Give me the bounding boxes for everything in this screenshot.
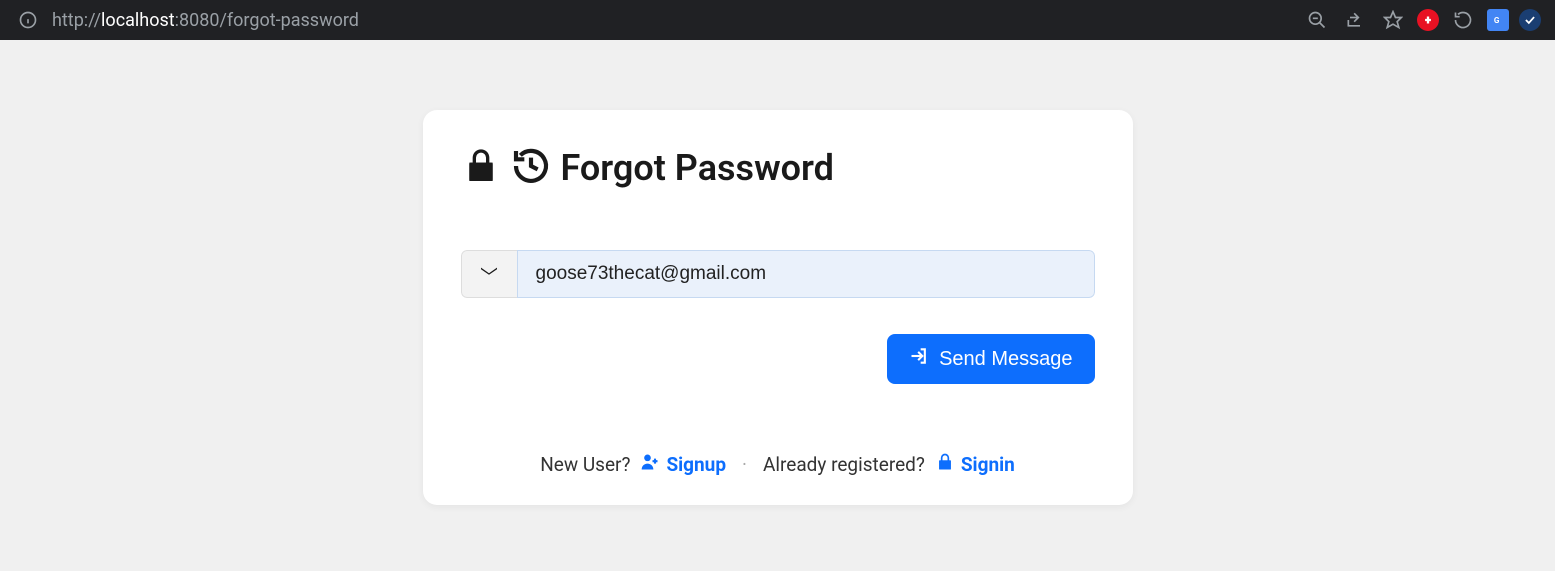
signup-link[interactable]: Signup [640,452,726,477]
lock-icon [461,146,501,190]
card-title: Forgot Password [561,147,834,189]
share-icon[interactable] [1341,6,1369,34]
envelope-icon [461,250,517,298]
signin-link[interactable]: Signin [935,452,1015,477]
star-icon[interactable] [1379,6,1407,34]
signin-label: Signin [961,453,1015,476]
separator-dot: · [742,453,747,476]
url-protocol: http:// [52,10,101,31]
lock-small-icon [935,452,955,477]
sign-in-icon [909,346,929,372]
email-input-group [461,250,1095,298]
extension-check-icon[interactable] [1519,9,1541,31]
card-title-row: Forgot Password [461,146,1095,190]
extension-translate-icon[interactable]: G [1487,9,1509,31]
send-message-label: Send Message [939,348,1072,371]
extension-refresh-icon[interactable] [1449,6,1477,34]
browser-address-bar: http://localhost:8080/forgot-password G [0,0,1555,40]
send-message-button[interactable]: Send Message [887,334,1094,384]
url-bar[interactable]: http://localhost:8080/forgot-password [52,5,1293,35]
history-icon [511,146,551,190]
url-port-path: :8080/forgot-password [175,10,359,31]
svg-text:G: G [1494,15,1500,25]
url-host: localhost [101,10,175,31]
footer-row: New User? Signup · Already registered? S… [461,452,1095,477]
user-plus-icon [640,452,660,477]
zoom-out-icon[interactable] [1303,6,1331,34]
new-user-text: New User? [540,453,630,476]
button-row: Send Message [461,334,1095,384]
url-text: http://localhost:8080/forgot-password [52,10,359,31]
page-content: Forgot Password Send Message New User? [0,40,1555,571]
signup-label: Signup [666,453,726,476]
registered-text: Already registered? [763,453,925,476]
site-info-icon[interactable] [14,6,42,34]
email-field[interactable] [517,250,1095,298]
extension-adblock-icon[interactable] [1417,9,1439,31]
forgot-password-card: Forgot Password Send Message New User? [423,110,1133,505]
